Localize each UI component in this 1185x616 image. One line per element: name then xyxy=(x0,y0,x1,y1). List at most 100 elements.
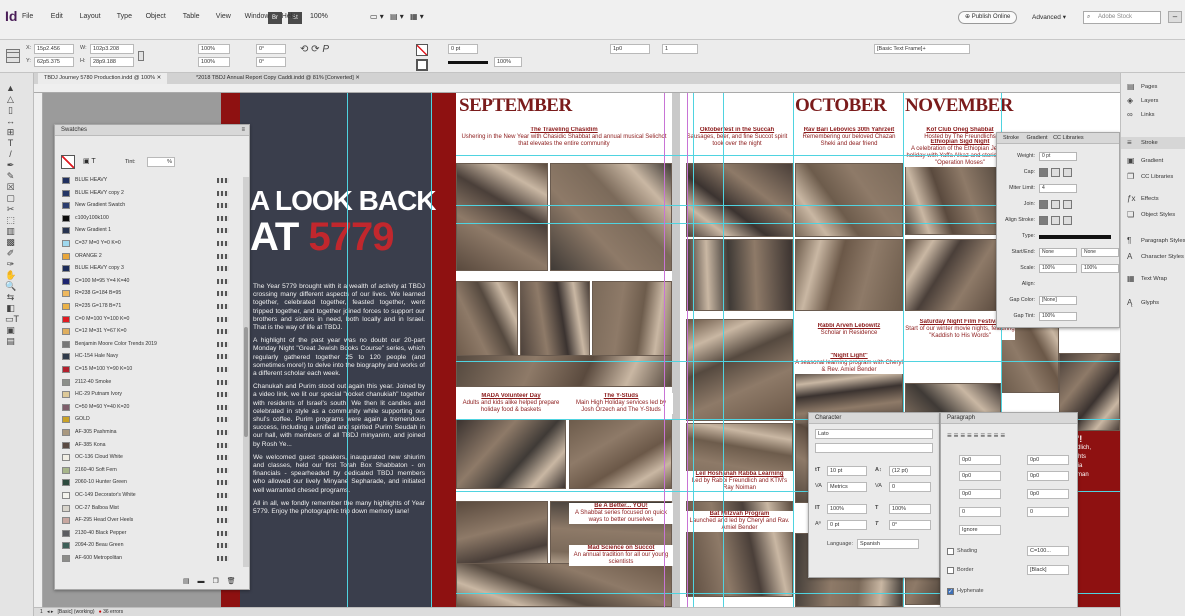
swatch-scrollbar[interactable] xyxy=(243,177,249,567)
swatch-row[interactable]: BLUE HEAVY copy 2 xyxy=(55,188,243,199)
stroke-join-option-icon[interactable] xyxy=(1051,200,1060,209)
menu-item-layout[interactable]: Layout xyxy=(80,13,101,20)
screen-mode-icon[interactable]: ▤ xyxy=(5,336,16,346)
hand-tool-icon[interactable]: ✋ xyxy=(5,270,16,280)
swatch-row[interactable]: c100y100k100 xyxy=(55,213,243,224)
swatch-row[interactable]: BLUE HEAVY xyxy=(55,175,243,186)
drop-cap-chars-field[interactable]: 0 xyxy=(1027,507,1069,517)
space-before-field[interactable]: 0p0 xyxy=(959,489,1001,499)
tab-production[interactable]: TBDJ Journey 5780 Production.indd @ 100%… xyxy=(38,73,168,84)
font-size-field[interactable]: 10 pt xyxy=(827,466,867,476)
swatch-row[interactable]: C=15 M=100 Y=90 K=10 xyxy=(55,364,243,375)
swatch-row[interactable]: New Gradient 1 xyxy=(55,225,243,236)
publish-online-button[interactable]: ⊕ Publish Online xyxy=(958,11,1018,24)
dock-item-object-styles[interactable]: ❏ Object Styles xyxy=(1121,209,1185,221)
swatch-row[interactable]: ORANGE 2 xyxy=(55,251,243,262)
line-tool-icon[interactable]: / xyxy=(5,149,16,159)
view-options-icon[interactable]: ▭ ▾ xyxy=(370,12,384,21)
dock-item-layers[interactable]: ◈ Layers xyxy=(1121,95,1185,107)
menu-item-table[interactable]: Table xyxy=(183,13,200,20)
view-mode-icon[interactable]: ▣ xyxy=(5,325,16,335)
workspace-switcher[interactable]: Advanced ▾ xyxy=(1032,13,1066,21)
stroke-align-option-icon[interactable] xyxy=(1039,216,1048,225)
stroke-weight-field[interactable]: 0 pt xyxy=(1039,152,1077,161)
space-after-field[interactable]: 0p0 xyxy=(1027,489,1069,499)
dock-item-stroke[interactable]: ≡ Stroke xyxy=(1121,137,1185,149)
baseline-shift-field[interactable]: 0 pt xyxy=(827,520,867,530)
stroke-cap-option-icon[interactable] xyxy=(1051,168,1060,177)
close-icon[interactable]: ✕ xyxy=(355,75,360,81)
dock-item-glyphs[interactable]: Ą Glyphs xyxy=(1121,297,1185,309)
page-number[interactable]: 1 xyxy=(40,609,43,615)
swap-fill-stroke-icon[interactable]: ⇆ xyxy=(5,292,16,302)
reference-point-icon[interactable] xyxy=(6,49,20,63)
note-tool-icon[interactable]: ✐ xyxy=(5,248,16,258)
swatch-row[interactable]: OC-27 Balboa Mist xyxy=(55,503,243,514)
swatch-row[interactable]: AF-385 Kona xyxy=(55,440,243,451)
stroke-align-option-icon[interactable] xyxy=(1063,216,1072,225)
gradient-feather-tool-icon[interactable]: ▩ xyxy=(5,237,16,247)
dock-item-text-wrap[interactable]: ▦ Text Wrap xyxy=(1121,273,1185,285)
free-transform-tool-icon[interactable]: ⬚ xyxy=(5,215,16,225)
menu-item-help[interactable]: Help xyxy=(282,13,296,20)
stroke-swatch-icon[interactable] xyxy=(416,59,428,71)
dock-item-pages[interactable]: ▤ Pages xyxy=(1121,81,1185,93)
tab-gradient[interactable]: Gradient xyxy=(1026,135,1047,141)
swatch-row[interactable]: BLUE HEAVY copy 3 xyxy=(55,263,243,274)
dock-item-links[interactable]: ∞ Links xyxy=(1121,109,1185,121)
border-checkbox[interactable] xyxy=(947,567,954,574)
page-tool-icon[interactable]: ▯ xyxy=(5,105,16,115)
last-indent-field[interactable]: 0p0 xyxy=(1027,471,1069,481)
menu-item-file[interactable]: File xyxy=(22,13,33,20)
swatch-row[interactable]: 2094-20 Beau Green xyxy=(55,540,243,551)
columns-field[interactable]: 1 xyxy=(662,44,698,54)
opacity-field[interactable]: 100% xyxy=(494,57,522,67)
shear-field[interactable]: 0° xyxy=(256,57,286,67)
rotation-field[interactable]: 0° xyxy=(256,44,286,54)
zoom-tool-icon[interactable]: 🔍 xyxy=(5,281,16,291)
stroke-gap-tint-field[interactable]: 100% xyxy=(1039,312,1077,321)
panel-menu-icon[interactable]: ≡ xyxy=(241,125,245,136)
text-format-icon[interactable]: ▣ T xyxy=(83,157,96,165)
scissors-tool-icon[interactable]: ✂ xyxy=(5,204,16,214)
tab-cc-libraries[interactable]: CC Libraries xyxy=(1053,135,1084,141)
stroke-gap-color-field[interactable]: [None] xyxy=(1039,296,1077,305)
stroke-cap-option-icon[interactable] xyxy=(1063,168,1072,177)
direct-selection-tool-icon[interactable]: △ xyxy=(5,94,16,104)
w-field[interactable]: 102p3.208 xyxy=(90,44,134,54)
fill-swatch-icon[interactable] xyxy=(416,44,428,56)
menu-item-object[interactable]: Object xyxy=(146,13,166,20)
stroke-miter-field[interactable]: 4 xyxy=(1039,184,1077,193)
vertical-ruler[interactable] xyxy=(34,93,43,607)
swatch-row[interactable]: AF-600 Metropolitan xyxy=(55,553,243,564)
scale-y-field[interactable]: 100% xyxy=(198,57,230,67)
swatches-panel-title[interactable]: Swatches xyxy=(55,125,249,136)
horizontal-scale-field[interactable]: 100% xyxy=(889,504,931,514)
menu-item-view[interactable]: View xyxy=(216,13,231,20)
swatch-row[interactable]: C=37 M=0 Y=0 K=0 xyxy=(55,238,243,249)
swatch-row[interactable]: OC-136 Cloud White xyxy=(55,452,243,463)
stroke-start-end-field[interactable]: None xyxy=(1039,248,1077,257)
swatch-row[interactable]: C=100 M=95 Y=4 K=40 xyxy=(55,276,243,287)
left-indent-field[interactable]: 0p0 xyxy=(959,455,1001,465)
paragraph-panel-title[interactable]: Paragraph xyxy=(941,413,1077,424)
stroke-scale-field[interactable]: 100% xyxy=(1039,264,1077,273)
menu-item-window[interactable]: Window xyxy=(245,13,270,20)
swatch-row[interactable]: GOLD xyxy=(55,414,243,425)
stroke-type-preview[interactable] xyxy=(1039,235,1111,239)
gradient-swatch-tool-icon[interactable]: ▥ xyxy=(5,226,16,236)
alignment-buttons[interactable]: ≡≡≡≡≡≡≡≡≡ xyxy=(947,431,1007,440)
zoom-level[interactable]: 100% xyxy=(310,13,328,20)
dock-item-effects[interactable]: ƒx Effects xyxy=(1121,193,1185,205)
tint-field[interactable]: % xyxy=(147,157,175,167)
align-grid-field[interactable]: Ignore xyxy=(959,525,1001,535)
language-field[interactable]: Spanish xyxy=(857,539,919,549)
stroke-align-option-icon[interactable] xyxy=(1051,216,1060,225)
font-family-field[interactable]: Lato xyxy=(815,429,933,439)
menu-item-edit[interactable]: Edit xyxy=(51,13,63,20)
formatting-icon[interactable]: ▭T xyxy=(5,314,19,324)
rectangle-tool-icon[interactable]: ▢ xyxy=(5,193,16,203)
swatch-row[interactable]: OC-149 Decorator's White xyxy=(55,490,243,501)
rectangle-frame-tool-icon[interactable]: ☒ xyxy=(5,182,16,192)
constrain-proportions-icon[interactable] xyxy=(138,51,144,61)
